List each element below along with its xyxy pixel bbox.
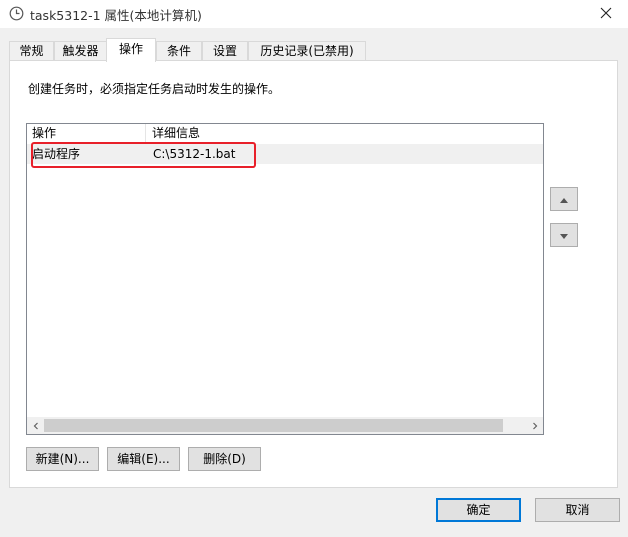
tab-settings[interactable]: 设置 [202, 41, 248, 61]
tab-conditions[interactable]: 条件 [156, 41, 202, 61]
properties-dialog: task5312-1 属性(本地计算机) 常规 触发器 操作 条件 设置 历史记… [0, 0, 628, 537]
triangle-up-icon [560, 192, 568, 206]
actions-list[interactable]: 操作 详细信息 启动程序 C:\5312-1.bat [26, 123, 544, 435]
tab-triggers[interactable]: 触发器 [54, 41, 107, 61]
ok-button[interactable]: 确定 [436, 498, 521, 522]
edit-action-button[interactable]: 编辑(E)... [107, 447, 180, 471]
tab-actions[interactable]: 操作 [106, 38, 156, 62]
scroll-left-button[interactable] [27, 417, 44, 434]
row-details: C:\5312-1.bat [153, 147, 236, 161]
row-action: 启动程序 [32, 147, 81, 161]
close-button[interactable] [584, 0, 628, 28]
title-bar: task5312-1 属性(本地计算机) [0, 0, 628, 28]
column-header-details[interactable]: 详细信息 [147, 124, 543, 142]
cancel-button[interactable]: 取消 [535, 498, 620, 522]
triangle-down-icon [560, 228, 568, 242]
close-icon [600, 7, 612, 22]
column-header-action[interactable]: 操作 [27, 124, 146, 142]
scroll-right-button[interactable] [526, 417, 543, 434]
tab-general[interactable]: 常规 [9, 41, 54, 61]
move-down-button[interactable] [550, 223, 578, 247]
new-action-button[interactable]: 新建(N)... [26, 447, 99, 471]
table-row[interactable]: 启动程序 C:\5312-1.bat [27, 144, 543, 164]
chevron-left-icon [32, 419, 40, 433]
actions-panel: 创建任务时，必须指定任务启动时发生的操作。 操作 详细信息 启动程序 C:\53… [9, 60, 618, 488]
clock-icon [9, 6, 24, 21]
move-up-button[interactable] [550, 187, 578, 211]
window-title: task5312-1 属性(本地计算机) [30, 8, 202, 23]
delete-action-button[interactable]: 删除(D) [188, 447, 261, 471]
panel-description: 创建任务时，必须指定任务启动时发生的操作。 [28, 82, 281, 96]
scrollbar-thumb[interactable] [44, 419, 503, 432]
chevron-right-icon [531, 419, 539, 433]
horizontal-scrollbar[interactable] [27, 417, 543, 434]
tab-history[interactable]: 历史记录(已禁用) [248, 41, 366, 61]
list-header: 操作 详细信息 [27, 124, 543, 142]
